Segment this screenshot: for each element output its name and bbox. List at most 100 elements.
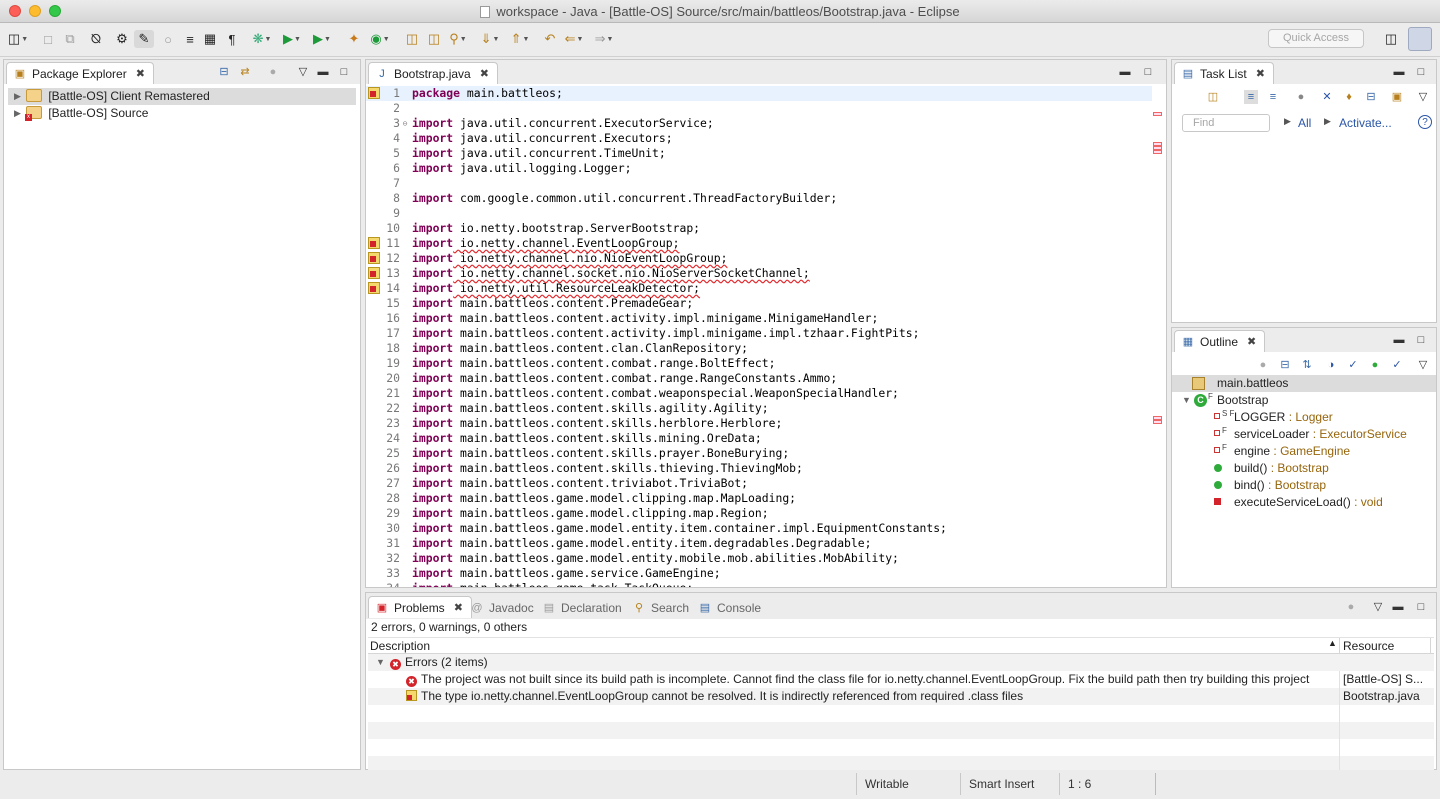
- tab-package-explorer[interactable]: ▣ Package Explorer ✖: [6, 62, 154, 84]
- outline-item-member[interactable]: bind() : Bootstrap: [1172, 477, 1436, 494]
- hide-completed-icon[interactable]: ✕: [1320, 90, 1334, 104]
- maximize-icon[interactable]: □: [1141, 65, 1155, 79]
- minimize-icon[interactable]: ▬: [1392, 333, 1406, 347]
- save-icon[interactable]: □: [38, 30, 58, 48]
- code-line[interactable]: 20 import main.battleos.content.combat.ra…: [366, 371, 1152, 386]
- outline-item-member[interactable]: S F LOGGER : Logger: [1172, 409, 1436, 426]
- focus-icon[interactable]: ●: [1294, 90, 1308, 104]
- minimize-icon[interactable]: ▬: [316, 65, 330, 79]
- debug-icon[interactable]: ❋ ▼: [252, 30, 272, 48]
- toggle-mark-occurrences-icon[interactable]: ✎: [134, 30, 154, 48]
- code-line[interactable]: 4 import java.util.concurrent.Executors;: [366, 131, 1152, 146]
- error-marker-icon[interactable]: [368, 252, 380, 264]
- minimize-icon[interactable]: ▬: [1391, 600, 1405, 614]
- hide-local-types-icon[interactable]: ✓: [1390, 358, 1404, 372]
- error-marker-icon[interactable]: [368, 282, 380, 294]
- next-annotation-icon[interactable]: ⇓ ▼: [480, 30, 500, 48]
- column-resource[interactable]: Resource: [1343, 639, 1394, 653]
- code-line[interactable]: 6 import java.util.logging.Logger;: [366, 161, 1152, 176]
- fold-toggle-icon[interactable]: ⊖: [400, 116, 410, 131]
- collapse-all-icon[interactable]: ⊟: [217, 65, 231, 79]
- new-task-icon[interactable]: ◫: [1206, 90, 1220, 104]
- expand-arrow-icon[interactable]: ▶: [14, 105, 21, 122]
- word-wrap-icon[interactable]: ≡: [180, 30, 200, 48]
- problem-group-errors[interactable]: ▼ ✖ Errors (2 items): [368, 654, 1434, 671]
- tab-outline[interactable]: ▦ Outline ✖: [1174, 330, 1266, 352]
- search-icon[interactable]: ⚲ ▼: [448, 30, 468, 48]
- view-menu-icon[interactable]: ▽: [296, 65, 310, 79]
- code-line[interactable]: 5 import java.util.concurrent.TimeUnit;: [366, 146, 1152, 161]
- new-class-icon[interactable]: ◉ ▼: [370, 30, 390, 48]
- focus-icon[interactable]: ●: [266, 65, 280, 79]
- tree-item-client-remastered[interactable]: ▶ [Battle-OS] Client Remastered: [8, 88, 356, 105]
- tab-task-list[interactable]: ▤ Task List ✖: [1174, 62, 1274, 84]
- scheduled-icon[interactable]: ≡: [1266, 90, 1280, 104]
- code-line[interactable]: 31 import main.battleos.game.model.entity…: [366, 536, 1152, 551]
- expand-arrow-icon[interactable]: ▶: [14, 88, 21, 105]
- outline-item-member[interactable]: Fengine : GameEngine: [1172, 443, 1436, 460]
- outline-item-member[interactable]: FserviceLoader : ExecutorService: [1172, 426, 1436, 443]
- code-line[interactable]: 7: [366, 176, 1152, 191]
- code-line[interactable]: 27 import main.battleos.content.triviabot…: [366, 476, 1152, 491]
- save-all-icon[interactable]: ⧉: [60, 30, 80, 48]
- code-line[interactable]: 11 import io.netty.channel.EventLoopGroup…: [366, 236, 1152, 251]
- collapse-all-icon[interactable]: ⊟: [1364, 90, 1378, 104]
- code-line[interactable]: 28 import main.battleos.game.model.clippi…: [366, 491, 1152, 506]
- focus-icon[interactable]: ●: [1256, 358, 1270, 372]
- problem-row[interactable]: ✖ The project was not built since its bu…: [368, 671, 1434, 688]
- show-whitespace-icon[interactable]: ▦: [200, 30, 220, 48]
- expand-arrow-icon[interactable]: ▼: [376, 654, 385, 671]
- outline-item-member[interactable]: build() : Bootstrap: [1172, 460, 1436, 477]
- code-line[interactable]: 12 import io.netty.channel.nio.NioEventLo…: [366, 251, 1152, 266]
- error-marker-icon[interactable]: [368, 87, 380, 99]
- code-line[interactable]: 32 import main.battleos.game.model.entity…: [366, 551, 1152, 566]
- column-description[interactable]: Description: [370, 639, 430, 653]
- maximize-icon[interactable]: □: [1414, 65, 1428, 79]
- overview-ruler-marker[interactable]: [1153, 112, 1162, 116]
- code-line[interactable]: 14 import io.netty.util.ResourceLeakDetec…: [366, 281, 1152, 296]
- outline-item-member[interactable]: executeServiceLoad() : void: [1172, 494, 1436, 511]
- code-line[interactable]: 19 import main.battleos.content.combat.ra…: [366, 356, 1152, 371]
- quick-access-input[interactable]: Quick Access: [1268, 29, 1364, 48]
- code-line[interactable]: 8 import com.google.common.util.concurren…: [366, 191, 1152, 206]
- repositories-icon[interactable]: ▣: [1390, 90, 1404, 104]
- close-icon[interactable]: ✖: [1247, 335, 1256, 348]
- tab-search[interactable]: ⚲ Search: [632, 599, 689, 617]
- close-icon[interactable]: ✖: [1256, 67, 1265, 80]
- error-marker-icon[interactable]: [368, 267, 380, 279]
- new-java-project-icon[interactable]: ✦: [344, 30, 364, 48]
- view-menu-icon[interactable]: ▽: [1416, 90, 1430, 104]
- code-line[interactable]: 15 import main.battleos.content.PremadeGe…: [366, 296, 1152, 311]
- close-icon[interactable]: ✖: [454, 601, 463, 614]
- skip-breakpoints-icon[interactable]: ⦰: [86, 30, 106, 48]
- code-line[interactable]: 33 import main.battleos.game.service.Game…: [366, 566, 1152, 581]
- code-line[interactable]: 22 import main.battleos.content.skills.ag…: [366, 401, 1152, 416]
- previous-annotation-icon[interactable]: ⇑ ▼: [510, 30, 530, 48]
- code-line[interactable]: 1 package main.battleos;: [366, 86, 1152, 101]
- tab-problems[interactable]: ▣ Problems ✖: [368, 596, 472, 618]
- tree-item-source[interactable]: ▶ x [Battle-OS] Source: [8, 105, 356, 122]
- hide-static-icon[interactable]: ✓: [1346, 358, 1360, 372]
- collapse-all-icon[interactable]: ⊟: [1278, 358, 1292, 372]
- open-perspective-icon[interactable]: ◫: [1380, 29, 1402, 49]
- categorized-icon[interactable]: ≡: [1244, 90, 1258, 104]
- maximize-icon[interactable]: □: [1414, 600, 1428, 614]
- minimize-icon[interactable]: ▬: [1118, 65, 1132, 79]
- code-line[interactable]: 17 import main.battleos.content.activity.…: [366, 326, 1152, 341]
- run-external-icon[interactable]: ▶ ▼: [312, 30, 332, 48]
- view-menu-icon[interactable]: ▽: [1371, 600, 1385, 614]
- expand-arrow-icon[interactable]: ▼: [1182, 392, 1191, 409]
- open-task-icon[interactable]: ◫: [424, 30, 444, 48]
- hide-fields-icon[interactable]: ◑: [1324, 358, 1338, 372]
- tab-console[interactable]: ▤ Console: [698, 599, 761, 617]
- code-line[interactable]: 3 ⊖ import java.util.concurrent.ExecutorSe…: [366, 116, 1152, 131]
- open-type-icon[interactable]: ⚙: [112, 30, 132, 48]
- code-line[interactable]: 34 import main.battleos.game.task.TaskQue…: [366, 581, 1152, 587]
- close-icon[interactable]: ✖: [136, 67, 145, 80]
- code-line[interactable]: 2: [366, 101, 1152, 116]
- java-perspective-icon[interactable]: [1408, 27, 1432, 51]
- outline-item-class[interactable]: ▼ C F Bootstrap: [1172, 392, 1436, 409]
- tab-bootstrap-java[interactable]: J Bootstrap.java ✖: [368, 62, 498, 84]
- code-line[interactable]: 23 import main.battleos.content.skills.he…: [366, 416, 1152, 431]
- toggle-block-selection-icon[interactable]: ○: [158, 30, 178, 48]
